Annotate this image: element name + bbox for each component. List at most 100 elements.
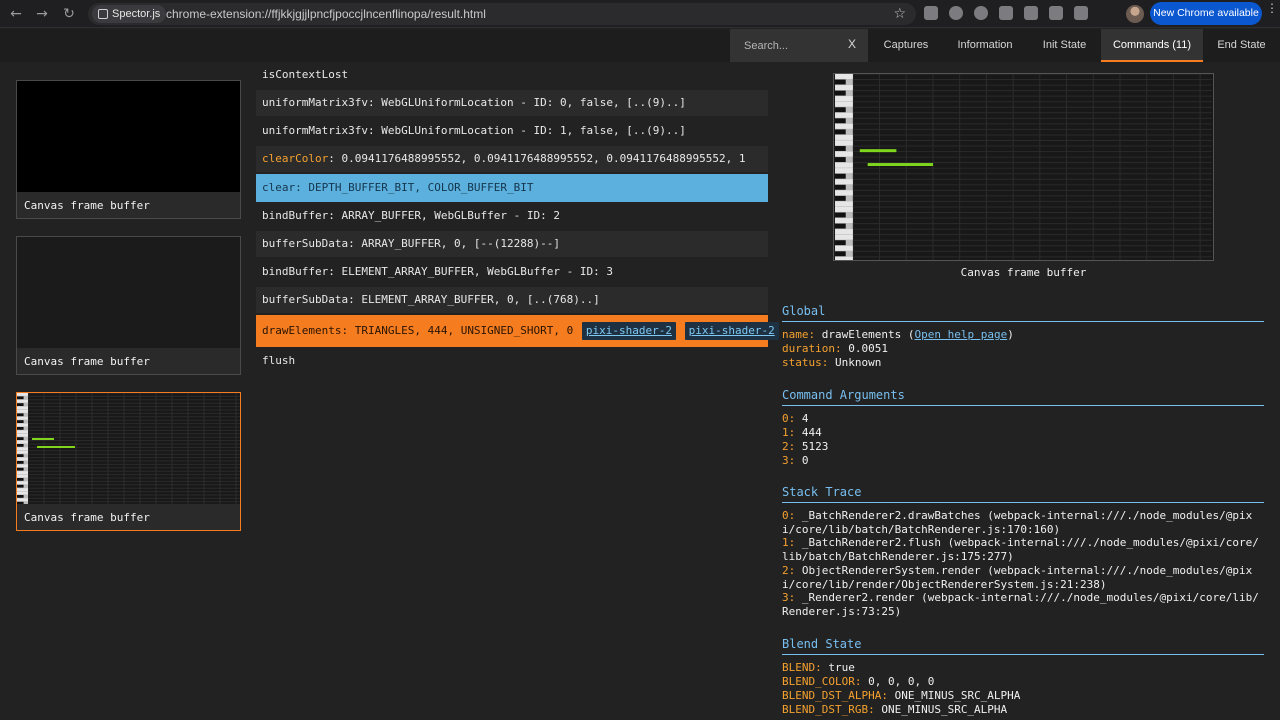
url-text[interactable]: chrome-extension://ffjkkjgjjlpncfjpoccjl…: [166, 3, 486, 25]
value-text: _Renderer2.render (webpack-internal:///.…: [782, 591, 1259, 618]
key-label: 0:: [782, 509, 796, 522]
tab-init-state[interactable]: Init State: [1028, 29, 1101, 62]
search-clear-button[interactable]: X: [848, 37, 856, 51]
extension-icon-b[interactable]: [974, 6, 988, 20]
value-text: _BatchRenderer2.drawBatches (webpack-int…: [782, 509, 1253, 536]
command-row[interactable]: bufferSubData: ELEMENT_ARRAY_BUFFER, 0, …: [256, 287, 768, 313]
section-title-blend-state: Blend State: [782, 637, 1264, 655]
command-args: : ELEMENT_ARRAY_BUFFER, WebGLBuffer - ID…: [328, 265, 614, 278]
extension-icon-c[interactable]: [999, 6, 1013, 20]
key-label: BLEND_COLOR:: [782, 675, 862, 688]
global-duration: duration: 0.0051: [782, 342, 888, 356]
section-title-global: Global: [782, 304, 1264, 322]
command-args: : TRIANGLES, 444, UNSIGNED_SHORT, 0: [341, 324, 574, 337]
command-args: : 0.0941176488995552, 0.0941176488995552…: [328, 152, 746, 165]
extension-icons: [924, 6, 1088, 20]
key-label: BLEND_DST_RGB:: [782, 703, 875, 716]
extension-icon: [98, 9, 108, 19]
capture-thumbnail[interactable]: Canvas frame buffer: [16, 80, 241, 219]
value-text: ObjectRendererSystem.render (webpack-int…: [782, 564, 1253, 591]
update-chrome-button[interactable]: New Chrome available: [1150, 2, 1262, 25]
site-chip[interactable]: Spector.js: [92, 5, 167, 23]
capture-thumbnail-selected[interactable]: Canvas frame buffer: [16, 392, 241, 531]
global-name: name: drawElements (Open help page): [782, 328, 1014, 341]
stack-item: 3: _Renderer2.render (webpack-internal:/…: [782, 591, 1264, 618]
command-row[interactable]: uniformMatrix3fv: WebGLUniformLocation -…: [256, 118, 768, 144]
command-name: bindBuffer: [262, 209, 329, 222]
command-row[interactable]: flush: [256, 348, 768, 374]
blend-item: BLEND_DST_ALPHA: ONE_MINUS_SRC_ALPHA: [782, 689, 1020, 703]
value-text: drawElements: [821, 328, 902, 341]
help-link[interactable]: Open help page: [914, 328, 1007, 341]
site-chip-label: Spector.js: [112, 8, 161, 20]
value-text: 0.0051: [848, 342, 888, 355]
key-label: BLEND_DST_ALPHA:: [782, 689, 888, 702]
bookmark-star-icon[interactable]: ☆: [893, 3, 906, 25]
search-input[interactable]: [744, 37, 840, 55]
command-row[interactable]: bindBuffer: ARRAY_BUFFER, WebGLBuffer - …: [256, 203, 768, 229]
extensions-puzzle-icon[interactable]: [1024, 6, 1038, 20]
value-text: Unknown: [834, 356, 882, 369]
value-text: 0, 0, 0, 0: [868, 675, 935, 688]
section-title-arguments: Command Arguments: [782, 388, 1264, 406]
argument-item: 0: 4: [782, 412, 809, 426]
command-name: bufferSubData: [262, 293, 349, 306]
tab-end-state[interactable]: End State: [1203, 29, 1280, 62]
value-text: 5123: [801, 440, 829, 453]
command-name: clear: [262, 181, 296, 194]
command-args: : WebGLUniformLocation - ID: 1, false, […: [367, 124, 686, 137]
back-icon[interactable]: ←: [7, 5, 25, 23]
tab-information[interactable]: Information: [942, 29, 1028, 62]
frame-buffer-image: [17, 237, 240, 348]
spector-header: X Captures Information Init State Comman…: [0, 29, 1280, 62]
command-row-selected[interactable]: clear: DEPTH_BUFFER_BIT, COLOR_BUFFER_BI…: [256, 174, 768, 202]
menu-kebab-icon[interactable]: ⋮: [1266, 2, 1278, 14]
argument-item: 1: 444: [782, 426, 822, 440]
key-label: 1:: [782, 536, 796, 549]
fragment-shader-link[interactable]: pixi-shader-2: [684, 322, 779, 340]
capture-thumbnail[interactable]: Canvas frame buffer: [16, 236, 241, 375]
screenshot-extension-icon[interactable]: [924, 6, 938, 20]
command-row[interactable]: bindBuffer: ELEMENT_ARRAY_BUFFER, WebGLB…: [256, 259, 768, 285]
forward-icon[interactable]: →: [33, 5, 51, 23]
tab-captures[interactable]: Captures: [870, 29, 942, 62]
tab-commands[interactable]: Commands (11): [1101, 29, 1203, 62]
vertex-shader-link[interactable]: pixi-shader-2: [581, 322, 676, 340]
command-row[interactable]: clearColor: 0.0941176488995552, 0.094117…: [256, 146, 768, 172]
command-row[interactable]: isContextLost: [256, 62, 768, 88]
key-label: name:: [782, 328, 816, 341]
key-label: 2:: [782, 440, 796, 453]
command-name: bindBuffer: [262, 265, 329, 278]
profile-avatar[interactable]: [1126, 5, 1144, 23]
blend-item: BLEND: true: [782, 661, 855, 675]
note-bar: [37, 446, 75, 448]
command-row[interactable]: uniformMatrix3fv: WebGLUniformLocation -…: [256, 90, 768, 116]
stack-item: 1: _BatchRenderer2.flush (webpack-intern…: [782, 536, 1264, 563]
stack-item: 2: ObjectRendererSystem.render (webpack-…: [782, 564, 1264, 591]
note-bar: [859, 149, 897, 153]
value-text: ONE_MINUS_SRC_ALPHA: [881, 703, 1008, 716]
side-panel-icon[interactable]: [1074, 6, 1088, 20]
global-status: status: Unknown: [782, 356, 881, 370]
blend-item: BLEND_COLOR: 0, 0, 0, 0: [782, 675, 934, 689]
note-bar: [867, 163, 933, 167]
command-args: : WebGLUniformLocation - ID: 0, false, […: [367, 96, 686, 109]
piano-roll-image: [17, 393, 240, 504]
browser-toolbar: ← → ↻ Spector.js chrome-extension://ffjk…: [0, 0, 1280, 28]
key-label: 3:: [782, 591, 796, 604]
command-args: : ARRAY_BUFFER, WebGLBuffer - ID: 2: [328, 209, 561, 222]
reload-icon[interactable]: ↻: [60, 5, 78, 23]
extension-icon-a[interactable]: [949, 6, 963, 20]
command-args: : ARRAY_BUFFER, 0, [--(12288)--]: [348, 237, 561, 250]
command-name: drawElements: [262, 324, 342, 337]
address-bar[interactable]: Spector.js chrome-extension://ffjkkjgjjl…: [88, 3, 916, 25]
labs-flask-icon[interactable]: [1049, 6, 1063, 20]
key-label: 1:: [782, 426, 796, 439]
command-name: clearColor: [262, 152, 329, 165]
value-text: true: [828, 661, 855, 674]
section-title-stack-trace: Stack Trace: [782, 485, 1264, 503]
command-name: isContextLost: [262, 68, 349, 81]
command-row[interactable]: bufferSubData: ARRAY_BUFFER, 0, [--(1228…: [256, 231, 768, 257]
thumbnail-label: Canvas frame buffer: [24, 355, 150, 368]
command-row-draw[interactable]: drawElements: TRIANGLES, 444, UNSIGNED_S…: [256, 315, 779, 347]
